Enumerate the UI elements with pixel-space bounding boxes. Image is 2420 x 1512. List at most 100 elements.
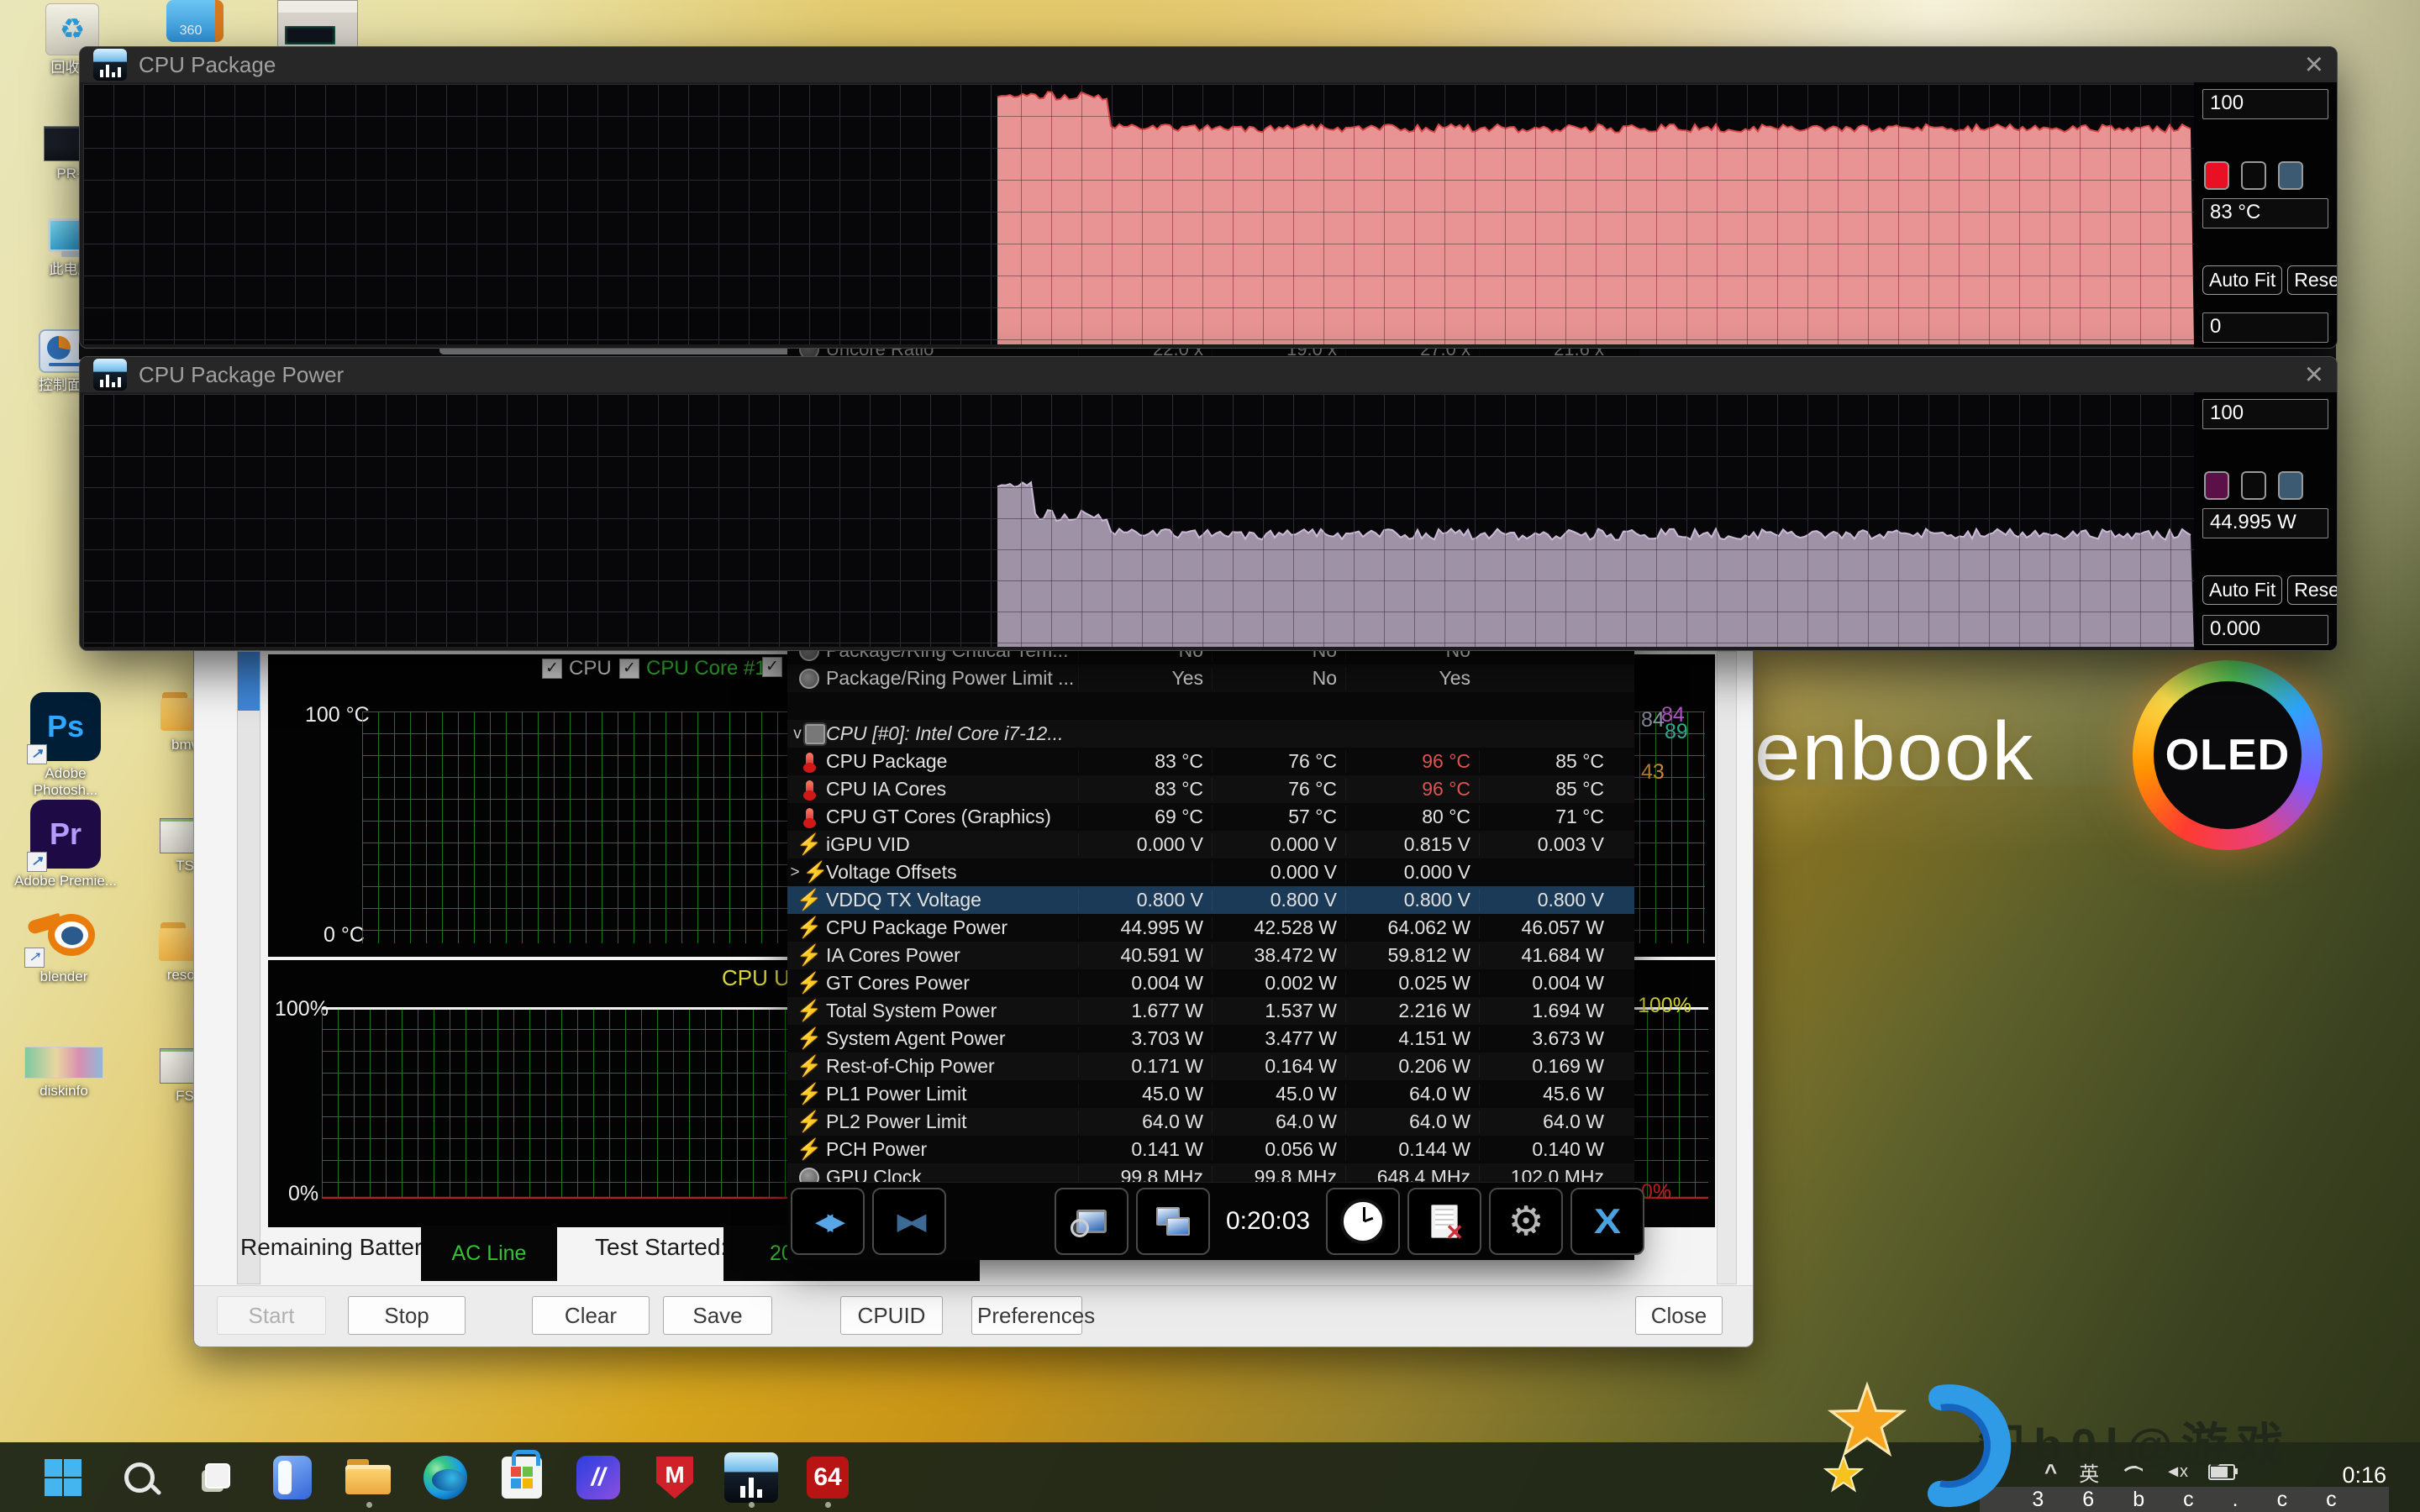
taskbar-start-icon[interactable]: [32, 1446, 94, 1509]
background-color-swatch[interactable]: [2241, 471, 2266, 500]
hwinfo-icon: [93, 359, 127, 391]
checkbox-icon[interactable]: ✓: [762, 657, 782, 677]
sensor-row[interactable]: ⚡PL1 Power Limit45.0 W45.0 W64.0 W45.6 W: [787, 1080, 1634, 1108]
taskbar-hwmonitor-64-icon[interactable]: 64: [797, 1446, 859, 1509]
titlebar[interactable]: CPU Package ×: [80, 47, 2337, 82]
bolt-icon: ⚡: [797, 1082, 822, 1106]
background-color-swatch[interactable]: [2241, 161, 2266, 190]
scale-max-input[interactable]: 100: [2202, 89, 2328, 119]
scale-min-input[interactable]: 0: [2202, 312, 2328, 343]
expand-columns-button[interactable]: ◀▶: [791, 1188, 865, 1255]
clock-icon: [799, 1168, 819, 1184]
preferences-button[interactable]: Preferences: [971, 1296, 1082, 1335]
graph-series-checkbox[interactable]: ✓CPU: [542, 657, 612, 680]
sensor-row[interactable]: ⚡PCH Power0.141 W0.056 W0.144 W0.140 W: [787, 1136, 1634, 1163]
start-button[interactable]: Start: [217, 1296, 326, 1335]
clock-time[interactable]: 0:16: [2342, 1462, 2386, 1488]
grid-color-swatch[interactable]: [2278, 161, 2303, 190]
grid-color-swatch[interactable]: [2278, 471, 2303, 500]
sensor-row[interactable]: [787, 692, 1634, 720]
mini-utility-window[interactable]: [277, 0, 358, 50]
desktop-icon-pr[interactable]: PrAdobe Premie...: [12, 800, 119, 890]
bolt-icon: ⚡: [792, 832, 826, 857]
reset-button[interactable]: Reset: [2287, 265, 2338, 295]
close-button[interactable]: Close: [1635, 1296, 1723, 1335]
close-icon[interactable]: ×: [2305, 362, 2323, 387]
graph-series-checkbox[interactable]: ✓: [762, 657, 782, 677]
sensor-row[interactable]: ⚡VDDQ TX Voltage0.800 V0.800 V0.800 V0.8…: [787, 886, 1634, 914]
sensor-value: 0.000 V: [1345, 861, 1479, 884]
sensor-row[interactable]: ⚡GT Cores Power0.004 W0.002 W0.025 W0.00…: [787, 969, 1634, 997]
stop-button[interactable]: Stop: [348, 1296, 466, 1335]
checkbox-icon[interactable]: ✓: [542, 659, 562, 679]
taskbar-slashes-app-icon[interactable]: //: [567, 1446, 629, 1509]
auto-fit-button[interactable]: Auto Fit: [2202, 265, 2282, 295]
sensor-row[interactable]: ⚡System Agent Power3.703 W3.477 W4.151 W…: [787, 1025, 1634, 1053]
taskbar-store-icon[interactable]: [491, 1446, 553, 1509]
sensor-row[interactable]: ⚡PL2 Power Limit64.0 W64.0 W64.0 W64.0 W: [787, 1108, 1634, 1136]
sensor-value: 3.703 W: [1078, 1027, 1212, 1050]
remote-monitors-button[interactable]: [1136, 1188, 1210, 1255]
series-color-swatch[interactable]: [2204, 161, 2229, 190]
taskbar-task-view-icon[interactable]: [185, 1446, 247, 1509]
titlebar[interactable]: CPU Package Power ×: [80, 357, 2337, 392]
chevron-right-icon[interactable]: >: [791, 864, 800, 882]
desktop-icon-label: Adobe Premie...: [14, 873, 117, 890]
sensor-value: 0.815 V: [1345, 833, 1479, 856]
clock-button[interactable]: [1326, 1188, 1400, 1255]
taskbar-explorer-icon[interactable]: [338, 1446, 400, 1509]
sensor-value: 1.694 W: [1479, 1000, 1612, 1022]
left-scrollbar[interactable]: [237, 651, 260, 1284]
sensor-value: 0.800 V: [1345, 889, 1479, 911]
collapse-columns-button[interactable]: ▶◀: [872, 1188, 946, 1255]
sensor-row[interactable]: GPU Clock99.8 MHz99.8 MHz648.4 MHz102.0 …: [787, 1163, 1634, 1183]
desktop-icon-label: diskinfo: [39, 1083, 88, 1100]
reset-button[interactable]: Reset: [2287, 575, 2338, 605]
desktop-icon-blender[interactable]: blender: [10, 912, 118, 985]
sensor-row[interactable]: ⚡CPU Package Power44.995 W42.528 W64.062…: [787, 914, 1634, 942]
taskbar-edge-icon[interactable]: [414, 1446, 476, 1509]
scale-min-input[interactable]: 0.000: [2202, 615, 2328, 645]
taskbar-mcafee-icon[interactable]: M: [644, 1446, 706, 1509]
close-sensors-button[interactable]: X: [1570, 1188, 1644, 1255]
graph-series-checkbox[interactable]: ✓CPU Core #1: [619, 657, 766, 680]
sensor-row[interactable]: Package/Ring Power Limit ...YesNoYes: [787, 664, 1634, 692]
sensor-value: 38.472 W: [1212, 944, 1345, 967]
scale-max-input[interactable]: 100: [2202, 399, 2328, 429]
sensor-value: 0.002 W: [1212, 972, 1345, 995]
taskbar-widgets-icon[interactable]: [261, 1446, 324, 1509]
sensor-value: 57 °C: [1212, 806, 1345, 828]
sensor-value: 41.684 W: [1479, 944, 1612, 967]
sensor-value: 0.003 V: [1479, 833, 1612, 856]
monitor-search-button[interactable]: [1055, 1188, 1128, 1255]
sensor-row[interactable]: ⚡IA Cores Power40.591 W38.472 W59.812 W4…: [787, 942, 1634, 969]
taskbar-hwinfo-icon[interactable]: [720, 1446, 782, 1509]
desktop-icon-ps[interactable]: PsAdobe Photosh...: [12, 692, 119, 798]
sensor-row[interactable]: ⚡iGPU VID0.000 V0.000 V0.815 V0.003 V: [787, 831, 1634, 858]
sensor-row[interactable]: ⚡Total System Power1.677 W1.537 W2.216 W…: [787, 997, 1634, 1025]
sensor-name: Rest-of-Chip Power: [826, 1055, 1078, 1078]
clear-button[interactable]: Clear: [532, 1296, 650, 1335]
right-scrollbar[interactable]: [1717, 651, 1737, 1284]
series-color-swatch[interactable]: [2204, 471, 2229, 500]
taskbar-search-icon[interactable]: [108, 1446, 171, 1509]
desktop-icon-label: Adobe Photosh...: [14, 765, 117, 798]
settings-button[interactable]: ⚙: [1489, 1188, 1563, 1255]
save-button[interactable]: Save: [663, 1296, 772, 1335]
report-reset-button[interactable]: [1407, 1188, 1481, 1255]
cpuid-button[interactable]: CPUID: [840, 1296, 943, 1335]
sensor-row[interactable]: >⚡Voltage Offsets0.000 V0.000 V: [787, 858, 1634, 886]
bolt-icon: >⚡: [792, 860, 826, 885]
sensor-row[interactable]: CPU GT Cores (Graphics)69 °C57 °C80 °C71…: [787, 803, 1634, 831]
sensor-row[interactable]: CPU Package83 °C76 °C96 °C85 °C: [787, 748, 1634, 775]
auto-fit-button[interactable]: Auto Fit: [2202, 575, 2282, 605]
sensor-row[interactable]: vCPU [#0]: Intel Core i7-12...: [787, 720, 1634, 748]
remaining-battery-value: AC Line: [421, 1226, 557, 1281]
desktop-icon-pic[interactable]: diskinfo: [10, 1047, 118, 1100]
sensor-row[interactable]: CPU IA Cores83 °C76 °C96 °C85 °C: [787, 775, 1634, 803]
chevron-down-icon[interactable]: v: [793, 725, 802, 743]
close-icon[interactable]: ×: [2305, 52, 2323, 77]
temp-icon: [806, 780, 813, 799]
sensor-row[interactable]: ⚡Rest-of-Chip Power0.171 W0.164 W0.206 W…: [787, 1053, 1634, 1080]
checkbox-icon[interactable]: ✓: [619, 659, 639, 679]
